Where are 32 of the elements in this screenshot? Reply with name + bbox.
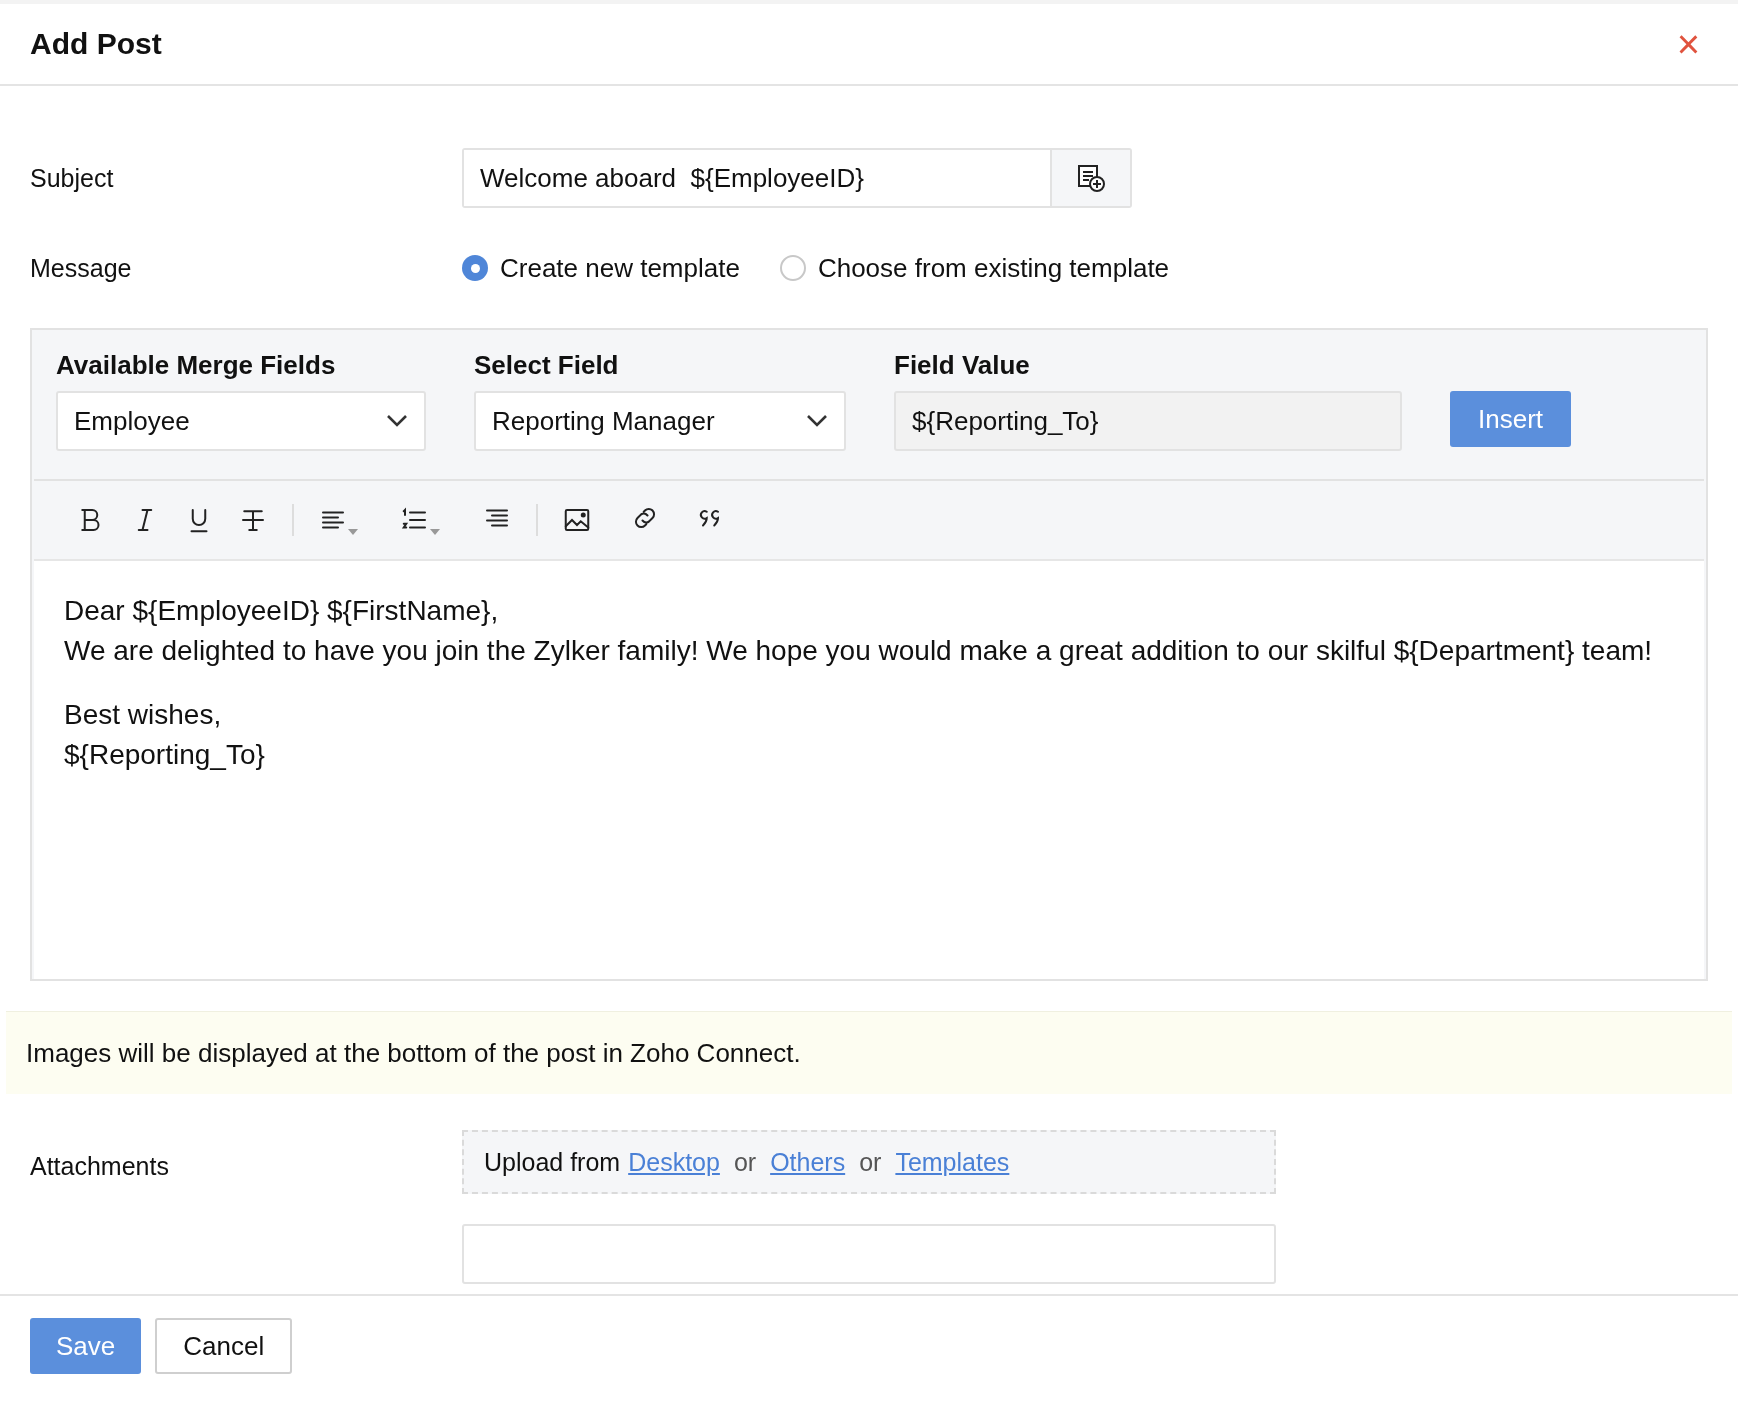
dialog-title: Add Post bbox=[30, 27, 162, 61]
message-text: Best wishes, bbox=[64, 698, 223, 732]
field-label: Select Field bbox=[474, 350, 620, 381]
message-label: Message bbox=[30, 253, 133, 283]
template-radio[interactable]: Choose from existing template bbox=[779, 252, 1170, 284]
subject-label: Subject bbox=[30, 163, 115, 193]
caret-icon[interactable] bbox=[348, 529, 358, 535]
cancel-button[interactable]: Cancel bbox=[155, 1318, 293, 1374]
chevron-down-icon bbox=[806, 414, 828, 428]
field-label: Field Value bbox=[894, 350, 1031, 381]
field-value-input[interactable]: ${Reporting_To} bbox=[894, 391, 1402, 451]
upload-text: Upload from bbox=[484, 1147, 621, 1177]
list-add-icon bbox=[1076, 163, 1106, 193]
upload-link[interactable]: Others bbox=[770, 1147, 846, 1177]
subject-field[interactable]: Welcome aboard ${EmployeeID} bbox=[462, 148, 1132, 208]
close-button[interactable]: × bbox=[1668, 24, 1708, 64]
attachments-label: Attachments bbox=[30, 1152, 170, 1181]
upload-link[interactable]: Desktop bbox=[628, 1147, 720, 1177]
merge-fields-dropdown[interactable]: Employee bbox=[56, 391, 426, 451]
notice-text: Images will be displayed at the bottom of the post in Zoho Connect. bbox=[26, 1037, 801, 1069]
select-field-dropdown[interactable]: Reporting Manager bbox=[474, 391, 846, 451]
template-radio[interactable]: Create new template bbox=[462, 252, 740, 284]
chevron-down-icon bbox=[386, 414, 408, 428]
message-text: ${Reporting_To} bbox=[64, 738, 266, 772]
field-label: Available Merge Fields bbox=[56, 350, 337, 381]
insert-field-button[interactable] bbox=[1050, 150, 1130, 206]
message-text: Dear ${EmployeeID} ${FirstName}, bbox=[64, 594, 500, 628]
message-text: We are delighted to have you join the Zylker family! We hope you would make a great addition to our skilful ${Department} team! bbox=[64, 634, 1654, 668]
upload-link[interactable]: Templates bbox=[895, 1147, 1010, 1177]
or-text: or bbox=[859, 1147, 882, 1177]
caret-icon[interactable] bbox=[430, 529, 440, 535]
or-text: or bbox=[733, 1147, 757, 1177]
